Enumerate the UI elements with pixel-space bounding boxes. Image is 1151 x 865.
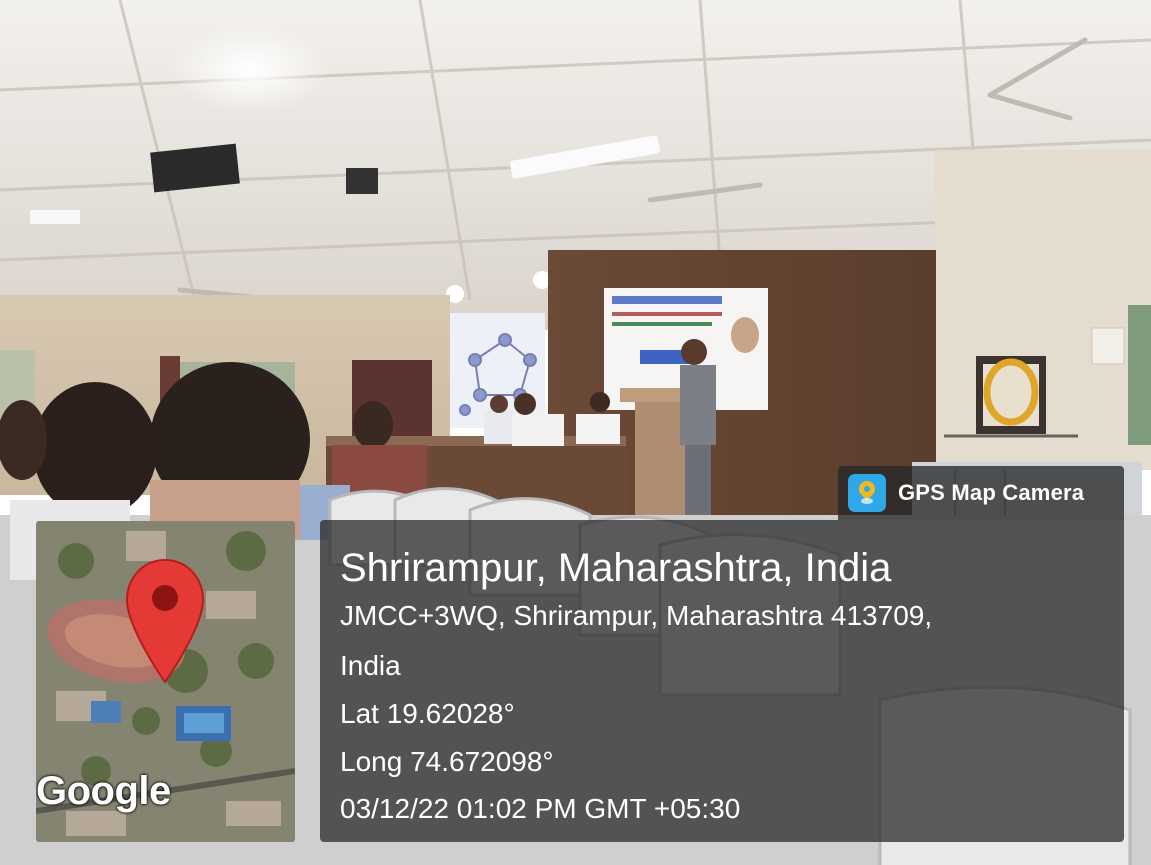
location-info-panel: Shrirampur, Maharashtra, India JMCC+3WQ,… [320, 520, 1124, 842]
address-line-2: India [340, 650, 401, 681]
event-photo: GPS Map Camera Google Shrirampur, Mahara… [0, 0, 1151, 865]
app-name: GPS Map Camera [898, 480, 1085, 505]
map-pin-icon [125, 558, 205, 684]
latitude: Lat 19.62028° [340, 698, 515, 729]
gps-map-camera-badge: GPS Map Camera [838, 466, 1124, 520]
address-line-1: JMCC+3WQ, Shrirampur, Maharashtra 413709… [340, 600, 933, 631]
datetime: 03/12/22 01:02 PM GMT +05:30 [340, 793, 741, 824]
gps-map-camera-icon [848, 474, 886, 512]
longitude: Long 74.672098° [340, 746, 554, 777]
map-thumbnail: Google [36, 521, 295, 842]
location-title: Shrirampur, Maharashtra, India [340, 546, 892, 590]
google-logo: Google [36, 769, 171, 813]
